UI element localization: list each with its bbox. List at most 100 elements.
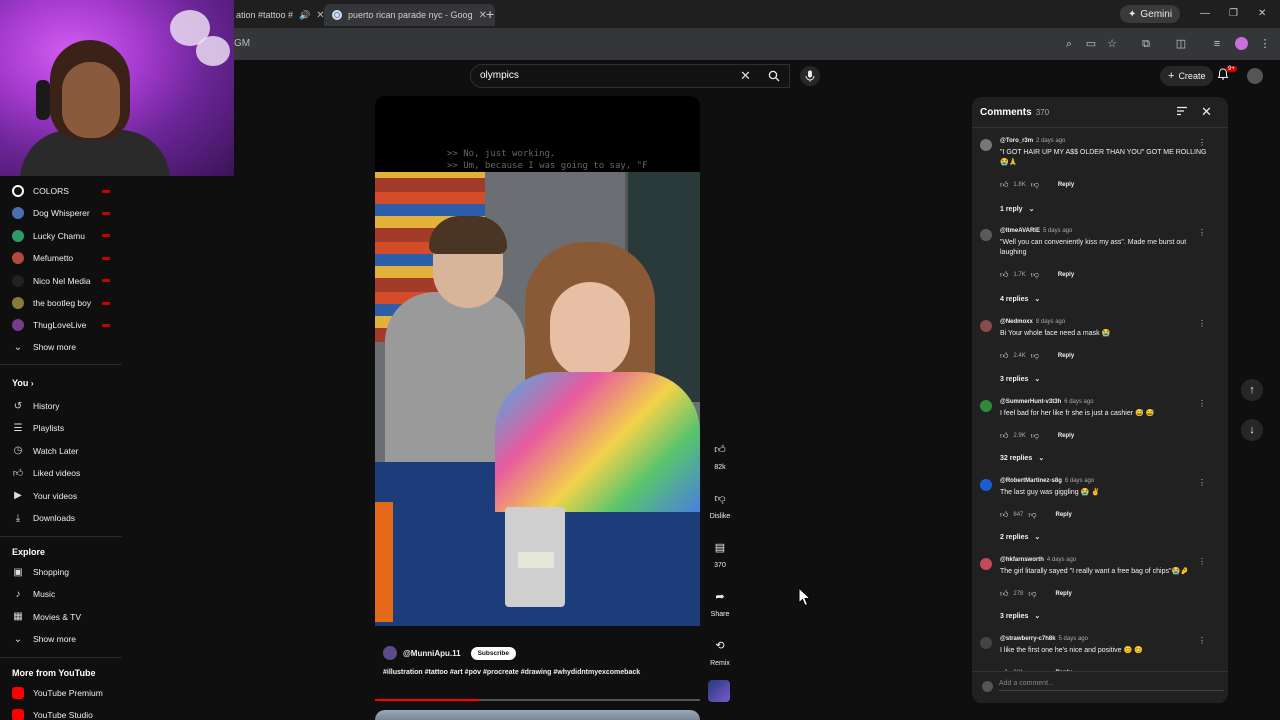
comment-author[interactable]: @RobertMartinez-s8g 6 days ago	[1000, 478, 1094, 484]
comment-icon[interactable]: ▤	[709, 536, 731, 558]
sidebar-more-item[interactable]: YouTube Premium	[12, 684, 122, 702]
sidebar-you-item[interactable]: ▶ Your videos	[12, 487, 122, 505]
remix-icon[interactable]: ⟲	[709, 634, 731, 656]
comment-menu-icon[interactable]: ⋮	[1198, 557, 1206, 566]
bookmark-star-icon[interactable]: ☆	[1105, 37, 1119, 51]
channel-avatar[interactable]	[383, 646, 397, 660]
sidebar-subscription-item[interactable]: Lucky Chamu	[12, 227, 122, 245]
thumb-down-icon[interactable]: 👎︎	[1028, 510, 1036, 520]
sidebar-subscription-item[interactable]: Mefumetto	[12, 249, 122, 267]
sidebar-subscription-item[interactable]: COLORS	[12, 182, 122, 200]
commenter-avatar[interactable]	[980, 637, 992, 649]
create-button[interactable]: + Create	[1160, 66, 1214, 86]
commenter-avatar[interactable]	[980, 139, 992, 151]
thumb-down-icon[interactable]: 👎︎	[1031, 431, 1039, 441]
thumb-up-icon[interactable]: 👍︎	[1000, 510, 1008, 520]
sidebar-you-item[interactable]: 👍︎ Liked videos	[12, 464, 122, 482]
add-comment-input[interactable]: Add a comment...	[999, 680, 1224, 691]
thumb-down-icon[interactable]: 👎︎	[709, 487, 731, 509]
reply-button[interactable]: Reply	[1056, 512, 1072, 518]
reply-button[interactable]: Reply	[1058, 433, 1074, 439]
comment-author[interactable]: @Toro_r3m 2 days ago	[1000, 138, 1065, 144]
browser-menu-icon[interactable]: ⋮	[1258, 37, 1272, 51]
comments-action[interactable]: ▤ 370	[705, 536, 735, 570]
commenter-avatar[interactable]	[980, 558, 992, 570]
video-hashtags[interactable]: #illustration #tattoo #art #pov #procrea…	[383, 667, 693, 678]
commenter-avatar[interactable]	[980, 229, 992, 241]
sidebar-more-item[interactable]: YouTube Studio	[12, 706, 122, 720]
zoom-icon[interactable]: ⌕	[1062, 37, 1076, 51]
sidebar-explore-item[interactable]: ▦ Movies & TV	[12, 608, 122, 626]
close-window-icon[interactable]: ✕	[1258, 8, 1266, 19]
view-replies-button[interactable]: 4 replies ⌄	[1000, 295, 1040, 304]
view-replies-button[interactable]: 32 replies ⌄	[1000, 454, 1044, 463]
share-icon[interactable]: ➦	[709, 585, 731, 607]
comment-menu-icon[interactable]: ⋮	[1198, 399, 1206, 408]
share-action[interactable]: ➦ Share	[705, 585, 735, 619]
thumb-up-icon[interactable]: 👍︎	[1000, 180, 1008, 190]
previous-short-button[interactable]: ↑	[1241, 379, 1263, 401]
view-replies-button[interactable]: 2 replies ⌄	[1000, 533, 1040, 542]
video-progress-bar[interactable]	[375, 699, 700, 701]
thumb-down-icon[interactable]: 👎︎	[1031, 270, 1039, 280]
search-input[interactable]: olympics	[480, 70, 519, 81]
comment-menu-icon[interactable]: ⋮	[1198, 228, 1206, 237]
comment-menu-icon[interactable]: ⋮	[1198, 319, 1206, 328]
remix-action[interactable]: ⟲ Remix	[705, 634, 735, 668]
close-comments-icon[interactable]: ✕	[1201, 104, 1212, 120]
search-button[interactable]	[760, 64, 788, 88]
comment-author[interactable]: @Nedmoxx 8 days ago	[1000, 319, 1065, 325]
sidebar-you-item[interactable]: ◷ Watch Later	[12, 442, 122, 460]
browser-tab-youtube[interactable]: ation #tattoo # 🔊 ✕	[236, 4, 325, 26]
view-replies-button[interactable]: 3 replies ⌄	[1000, 612, 1040, 621]
next-short-preview[interactable]	[375, 710, 700, 720]
thumb-up-icon[interactable]: 👍︎	[1000, 351, 1008, 361]
thumb-down-icon[interactable]: 👎︎	[1028, 589, 1036, 599]
voice-search-button[interactable]	[800, 66, 820, 86]
gemini-button[interactable]: ✦ Gemini	[1120, 5, 1181, 23]
view-replies-button[interactable]: 3 replies ⌄	[1000, 375, 1040, 384]
commenter-avatar[interactable]	[980, 400, 992, 412]
sidebar-you-item[interactable]: ⤓ Downloads	[12, 509, 122, 527]
sort-icon[interactable]	[1176, 106, 1188, 116]
thumb-up-icon[interactable]: 👍︎	[1000, 270, 1008, 280]
commenter-avatar[interactable]	[980, 320, 992, 332]
reply-button[interactable]: Reply	[1058, 272, 1074, 278]
reply-button[interactable]: Reply	[1058, 353, 1074, 359]
browser-tab-google[interactable]: puerto rican parade nyc - Goog ✕	[324, 4, 495, 26]
you-section-link[interactable]: You ›	[12, 378, 34, 388]
comment-author[interactable]: @ItmeAVARIE 5 days ago	[1000, 228, 1072, 234]
subscribe-button[interactable]: Subscribe	[470, 646, 517, 660]
extensions-icon[interactable]: ⧉	[1139, 37, 1153, 51]
comment-author[interactable]: @SummerHunt-v3t3h 6 days ago	[1000, 399, 1094, 405]
commenter-avatar[interactable]	[980, 479, 992, 491]
downloads-toolbar-icon[interactable]: ≡	[1210, 37, 1224, 51]
clear-search-icon[interactable]: ✕	[740, 68, 751, 84]
sidebar-subscription-item[interactable]: Nico Nel Media	[12, 272, 122, 290]
thumb-up-icon[interactable]: 👍︎	[1000, 589, 1008, 599]
thumb-down-icon[interactable]: 👎︎	[1031, 180, 1039, 190]
sidebar-you-item[interactable]: ↺ History	[12, 397, 122, 415]
comment-author[interactable]: @strawberry-c7h8k 5 days ago	[1000, 636, 1088, 642]
sidebar-subscription-item[interactable]: ThugLoveLive	[12, 316, 122, 334]
thumb-up-icon[interactable]: 👍︎	[709, 438, 731, 460]
speaker-icon[interactable]: 🔊	[299, 10, 310, 21]
sidebar-you-item[interactable]: ☰ Playlists	[12, 419, 122, 437]
thumb-up-icon[interactable]: 👍︎	[1000, 431, 1008, 441]
view-replies-button[interactable]: 1 reply ⌄	[1000, 205, 1034, 214]
comment-menu-icon[interactable]: ⋮	[1198, 478, 1206, 487]
thumb-down-icon[interactable]: 👎︎	[1031, 351, 1039, 361]
restore-icon[interactable]: ❐	[1229, 8, 1238, 19]
short-video-player[interactable]: >> No, just working. >> Um, because I wa…	[375, 96, 700, 626]
new-tab-button[interactable]: +	[486, 6, 494, 22]
comment-menu-icon[interactable]: ⋮	[1198, 138, 1206, 147]
account-avatar[interactable]	[1247, 68, 1263, 84]
reply-button[interactable]: Reply	[1056, 591, 1072, 597]
comment-menu-icon[interactable]: ⋮	[1198, 636, 1206, 645]
like-action[interactable]: 👍︎ 82k	[705, 438, 735, 472]
cast-icon[interactable]: ▭	[1084, 37, 1098, 51]
show-more-explore[interactable]: ⌄ Show more	[12, 630, 122, 648]
browser-profile-avatar[interactable]	[1235, 37, 1248, 50]
next-short-button[interactable]: ↓	[1241, 419, 1263, 441]
minimize-icon[interactable]: —	[1200, 8, 1210, 19]
